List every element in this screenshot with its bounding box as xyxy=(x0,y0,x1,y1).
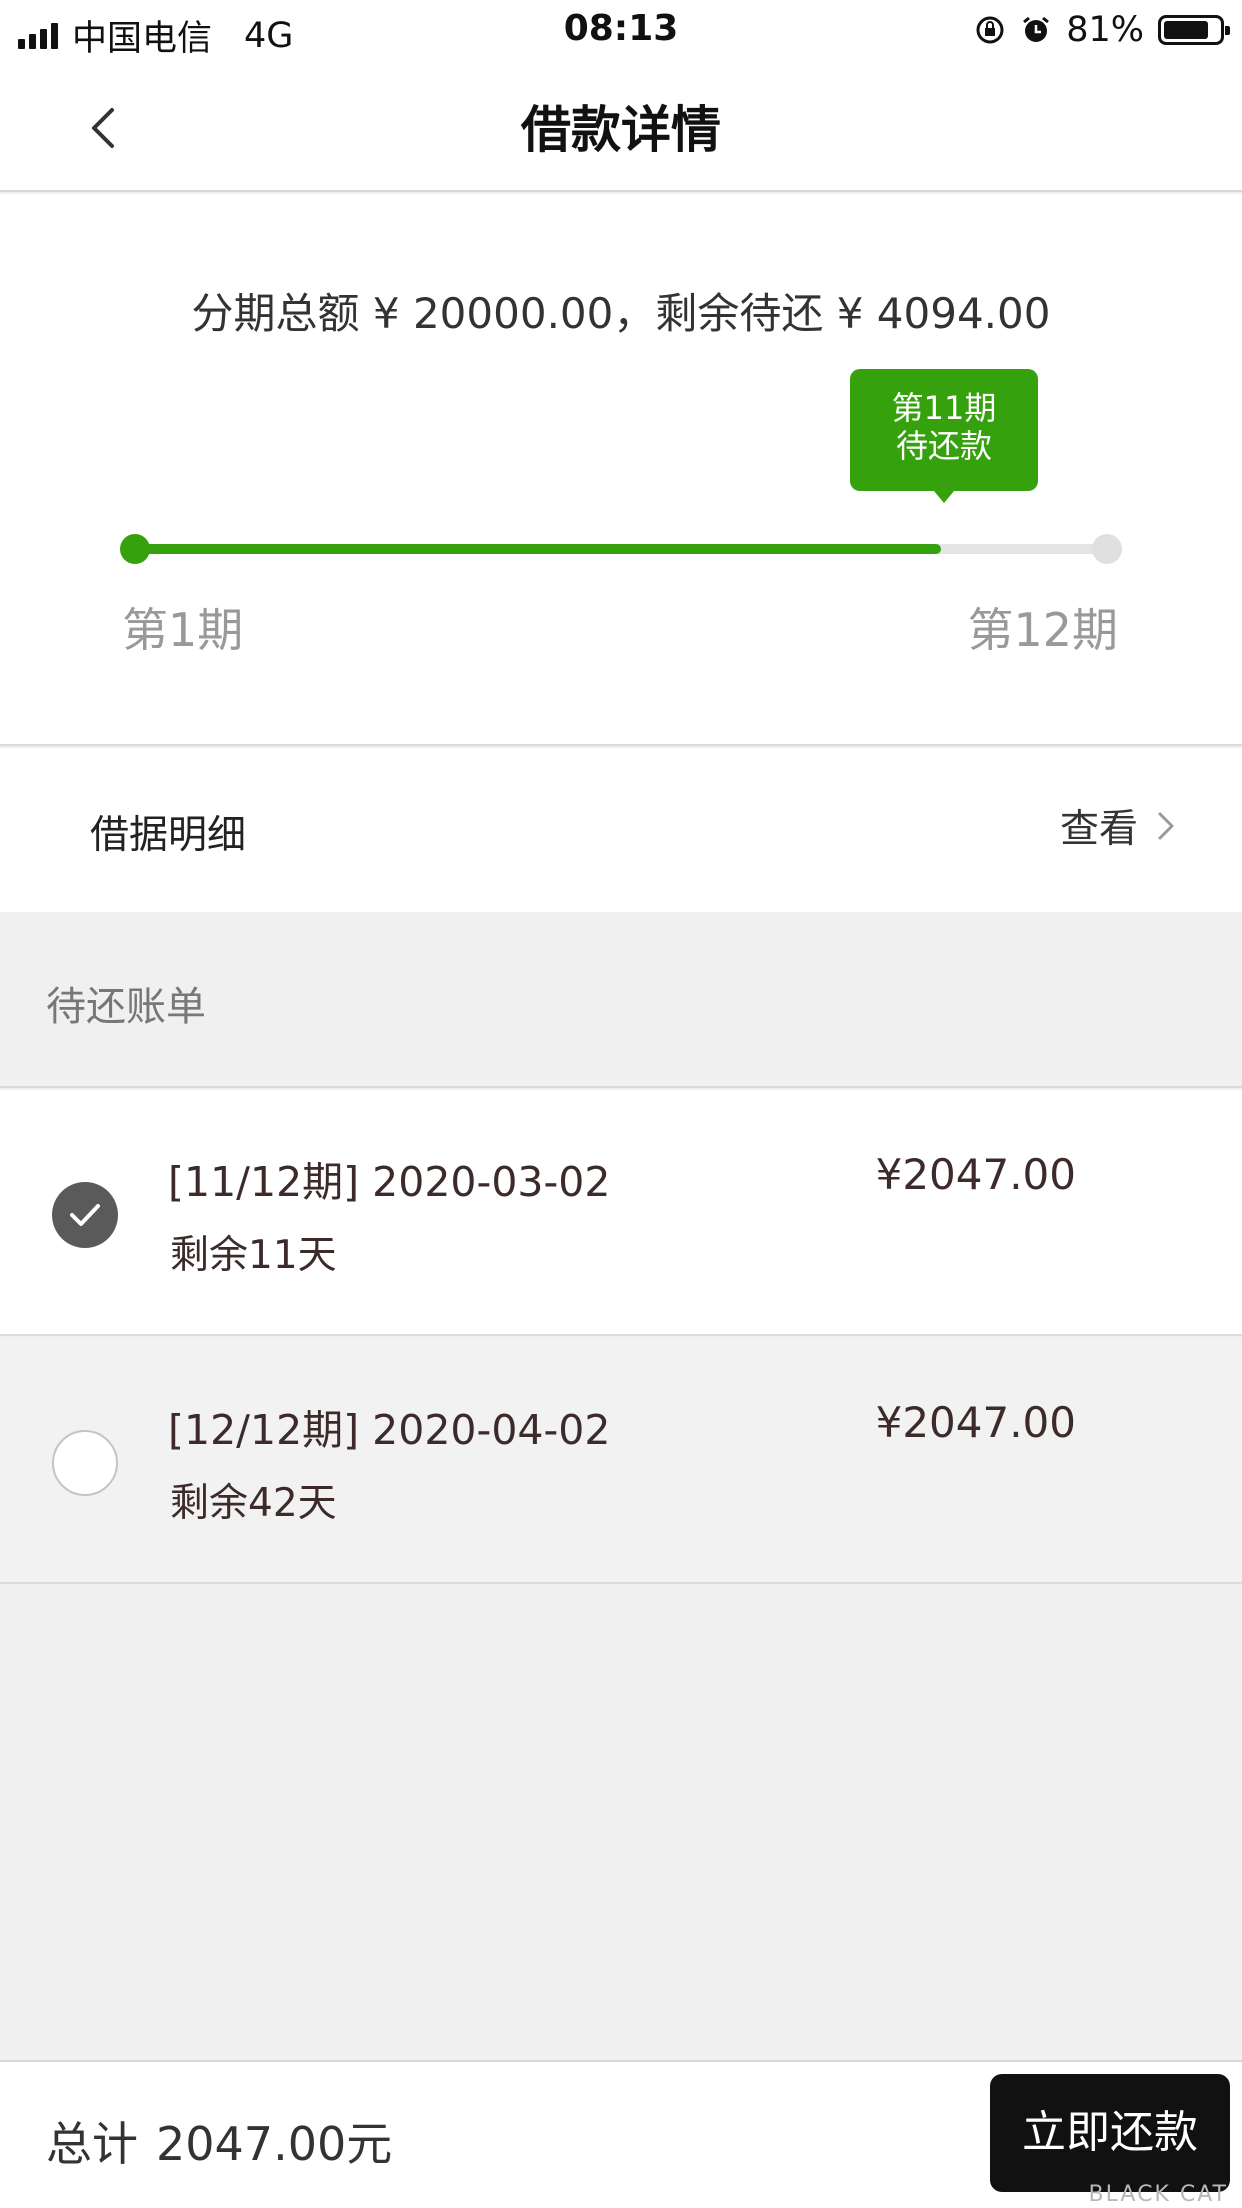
bill-period-date: [12/12期] 2020-04-02 xyxy=(168,1406,611,1454)
loan-summary: 分期总额 ¥ 20000.00，剩余待还 ¥ 4094.00 第11期 待还款 … xyxy=(0,194,1242,746)
bill-days-remaining: 剩余42天 xyxy=(170,1481,337,1526)
alarm-icon xyxy=(1023,16,1050,42)
tooltip-status: 待还款 xyxy=(895,427,992,465)
loan-detail-row[interactable]: 借据明细 查看 xyxy=(0,748,1242,912)
progress-end-dot xyxy=(1092,534,1122,564)
battery-icon xyxy=(1158,15,1230,45)
last-period-label: 第12期 xyxy=(967,603,1118,657)
total-label: 总计 xyxy=(46,2117,138,2171)
bill-period-date: [11/12期] 2020-03-02 xyxy=(168,1158,611,1206)
tooltip-period: 第11期 xyxy=(891,389,997,427)
progress-fill xyxy=(134,544,941,554)
bill-amount: ¥2047.00 xyxy=(875,1398,1076,1447)
battery-level xyxy=(1164,21,1208,39)
checkmark-icon xyxy=(70,1204,100,1226)
repay-now-button[interactable]: 立即还款 xyxy=(990,2074,1230,2192)
chevron-right-icon xyxy=(1158,812,1174,840)
section-title: 待还账单 xyxy=(46,984,206,1030)
first-period-label: 第1期 xyxy=(122,603,244,657)
view-label: 查看 xyxy=(1059,807,1138,852)
status-bar: 中国电信 4G 08:13 81% xyxy=(0,0,1242,62)
battery-percent: 81% xyxy=(1066,10,1144,50)
bill-row[interactable]: [11/12期] 2020-03-02 剩余11天 ¥2047.00 xyxy=(0,1090,1242,1336)
bottom-bar: 总计 2047.00元 立即还款 BLACK CAT xyxy=(0,2060,1242,2208)
nav-bar: 借款详情 xyxy=(0,62,1242,192)
current-period-tooltip: 第11期 待还款 xyxy=(850,369,1038,503)
bill-amount: ¥2047.00 xyxy=(875,1150,1076,1199)
rotation-lock-icon xyxy=(976,16,1004,44)
status-right: 81% xyxy=(974,10,1230,50)
checkbox-unchecked[interactable] xyxy=(52,1430,118,1496)
loan-detail-label: 借据明细 xyxy=(90,813,247,858)
total-value: 2047.00元 xyxy=(156,2117,393,2171)
summary-text: 分期总额 ¥ 20000.00，剩余待还 ¥ 4094.00 xyxy=(191,289,1051,338)
pending-bills-header: 待还账单 xyxy=(0,912,1242,1088)
bill-row[interactable]: [12/12期] 2020-04-02 剩余42天 ¥2047.00 xyxy=(0,1338,1242,1584)
bill-days-remaining: 剩余11天 xyxy=(170,1233,337,1278)
total-amount: 总计 2047.00元 xyxy=(46,2108,392,2174)
progress-start-dot xyxy=(120,534,150,564)
progress-track xyxy=(134,544,1106,554)
page-title: 借款详情 xyxy=(521,101,721,159)
checkbox-checked[interactable] xyxy=(52,1182,118,1248)
watermark: BLACK CAT xyxy=(1088,2182,1228,2207)
view-detail-link[interactable]: 查看 xyxy=(1060,798,1178,854)
